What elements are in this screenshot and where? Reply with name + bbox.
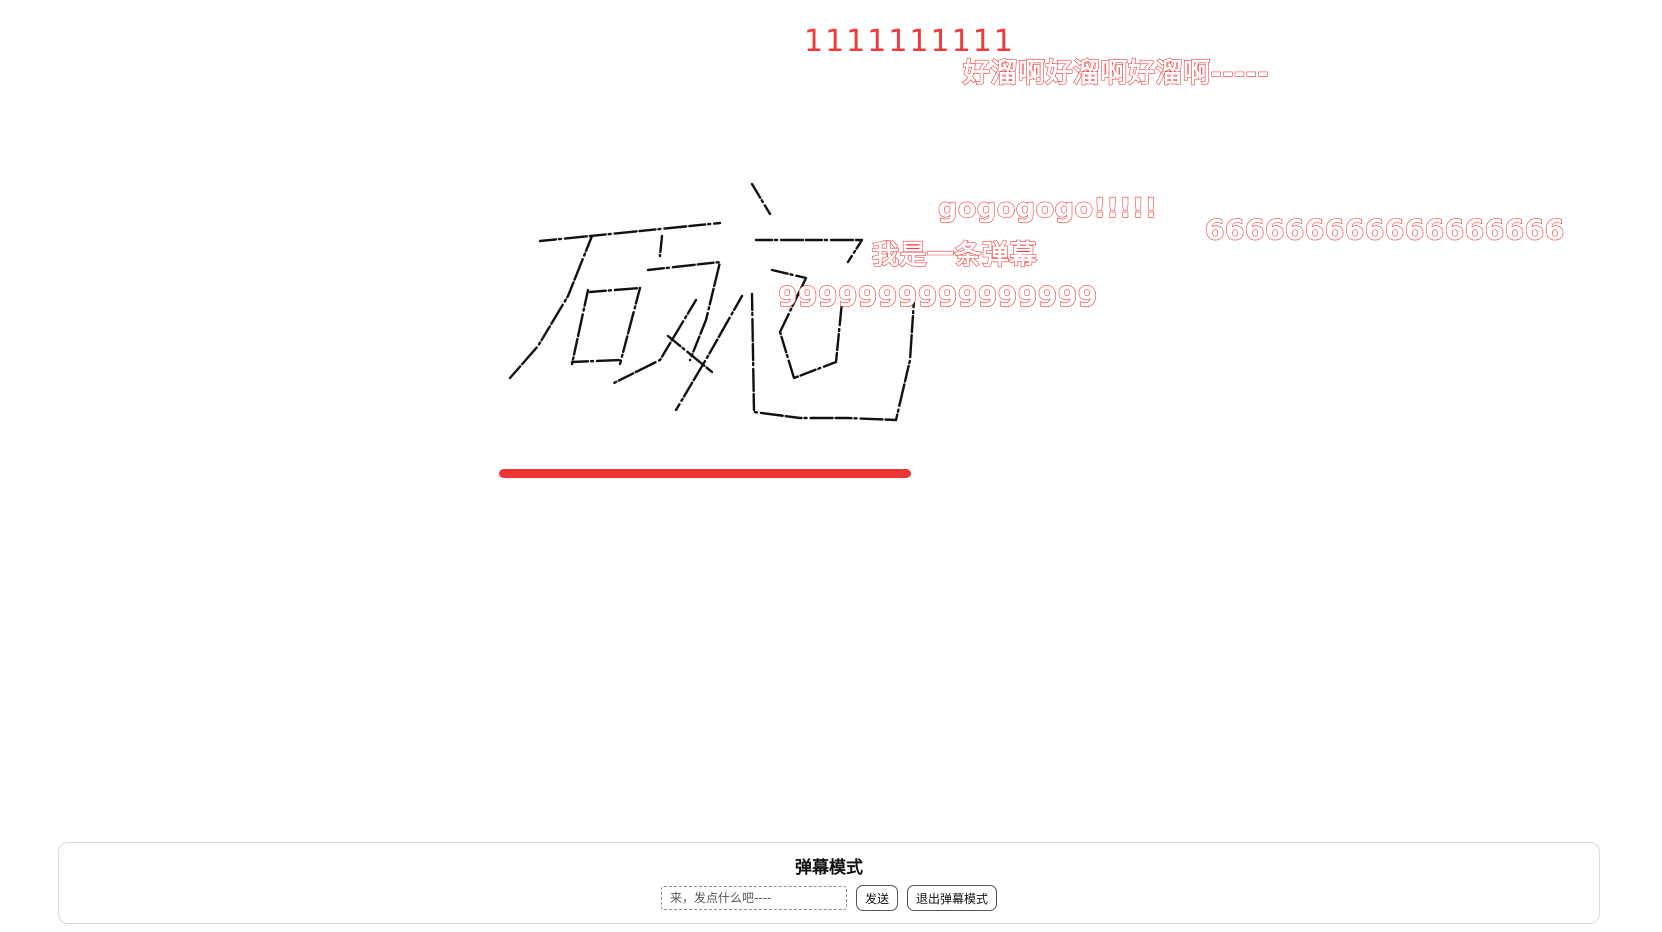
- stroke-wan-hook: [658, 234, 664, 258]
- send-button[interactable]: 发送: [855, 885, 898, 911]
- exit-danmaku-mode-button[interactable]: 退出弹幕模式: [907, 885, 998, 911]
- danmaku-item: gogogogo!!!!!: [937, 192, 1158, 224]
- danmaku-controls: 发送 退出弹幕模式: [59, 885, 1599, 911]
- handwriting-canvas[interactable]: [0, 0, 1662, 932]
- danmaku-input[interactable]: [660, 886, 847, 910]
- danmaku-item: 我是一条弹幕: [871, 239, 1037, 271]
- danmaku-item: 好溜啊好溜啊好溜啊-----: [962, 57, 1270, 89]
- stroke-shi-box-left: [570, 288, 590, 366]
- panel-title: 弹幕模式: [795, 858, 863, 878]
- danmaku-item: 666666666666666666: [1204, 212, 1565, 246]
- underline-bar: [499, 469, 911, 478]
- stroke-wan-arc: [666, 334, 714, 374]
- stroke-shi-box-bottom: [570, 358, 622, 364]
- danmaku-item: 9999999999999999: [777, 279, 1098, 313]
- stroke-shi-box-right: [618, 286, 642, 366]
- danmaku-stage: 1111111111 好溜啊好溜啊好溜啊----- gogogogo!!!!! …: [0, 0, 1662, 932]
- stroke-shi-box-top: [588, 286, 642, 294]
- stroke-roof: [754, 238, 864, 264]
- stroke-wan-sweep: [674, 294, 744, 412]
- danmaku-control-panel: 弹幕模式 发送 退出弹幕模式: [58, 842, 1600, 924]
- stroke-shi-top: [538, 221, 722, 243]
- stroke-shi-left: [508, 234, 594, 380]
- stroke-dot: [750, 182, 772, 216]
- stroke-wan-top: [646, 260, 722, 362]
